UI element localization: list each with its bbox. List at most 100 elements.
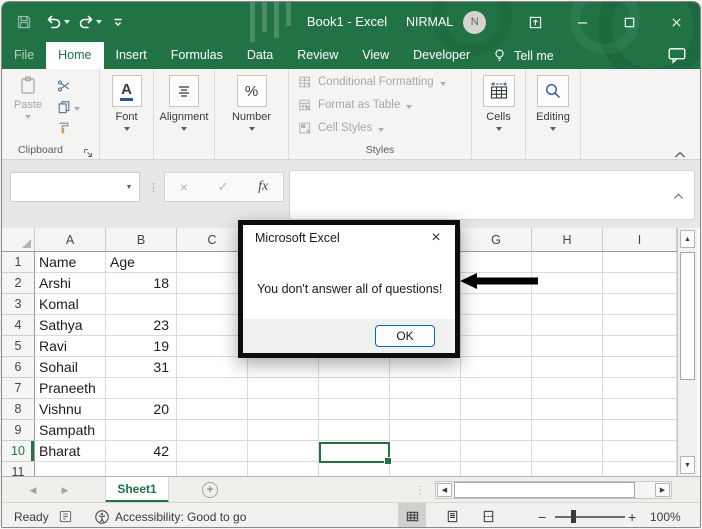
cell-H7[interactable] (532, 378, 603, 399)
cell-H10[interactable] (532, 441, 603, 462)
account-area[interactable]: NIRMAL N (406, 2, 486, 42)
alignment-group-button[interactable]: Alignment (154, 69, 214, 131)
cell-A6[interactable]: Sohail (35, 357, 106, 378)
clipboard-dialog-launcher-icon[interactable] (83, 145, 93, 155)
cell-H11[interactable] (532, 462, 603, 476)
cell-H2[interactable] (532, 273, 603, 294)
cell-E7[interactable] (319, 378, 390, 399)
ok-button[interactable]: OK (375, 325, 435, 347)
dialog-close-icon[interactable]: × (425, 227, 447, 249)
redo-button[interactable] (76, 12, 104, 32)
cell-H5[interactable] (532, 336, 603, 357)
cell-A7[interactable]: Praneeth (35, 378, 106, 399)
cell-B9[interactable] (106, 420, 177, 441)
cell-F7[interactable] (390, 378, 461, 399)
tab-developer[interactable]: Developer (401, 42, 482, 69)
row-header-10[interactable]: 10 (2, 441, 35, 462)
cell-C10[interactable] (177, 441, 248, 462)
horizontal-scroll-thumb[interactable] (454, 482, 635, 498)
row-header-7[interactable]: 7 (2, 378, 35, 399)
row-header-8[interactable]: 8 (2, 399, 35, 420)
cell-B1[interactable]: Age (106, 252, 177, 273)
ribbon-display-options-button[interactable] (512, 2, 559, 42)
copy-dropdown-caret[interactable] (74, 107, 80, 111)
cell-G6[interactable] (461, 357, 532, 378)
row-header-3[interactable]: 3 (2, 294, 35, 315)
cell-E6[interactable] (319, 357, 390, 378)
font-group-button[interactable]: A Font (100, 69, 153, 131)
cell-G1[interactable] (461, 252, 532, 273)
cell-A10[interactable]: Bharat (35, 441, 106, 462)
formula-bar-collapse-icon[interactable] (673, 187, 684, 194)
cell-B7[interactable] (106, 378, 177, 399)
new-sheet-button[interactable]: + (202, 482, 218, 498)
cell-C9[interactable] (177, 420, 248, 441)
row-header-6[interactable]: 6 (2, 357, 35, 378)
column-header-A[interactable]: A (35, 228, 106, 251)
cell-styles-button[interactable]: Cell Styles (298, 117, 471, 138)
cell-A4[interactable]: Sathya (35, 315, 106, 336)
cell-C6[interactable] (177, 357, 248, 378)
next-sheet-icon[interactable]: ▶ (52, 477, 78, 503)
view-page-break-button[interactable] (474, 503, 502, 528)
undo-button[interactable] (44, 12, 72, 32)
tell-me-box[interactable]: Tell me (482, 42, 564, 69)
column-header-I[interactable]: I (603, 228, 677, 251)
cell-B5[interactable]: 19 (106, 336, 177, 357)
cell-A9[interactable]: Sampath (35, 420, 106, 441)
cell-I1[interactable] (603, 252, 677, 273)
zoom-out-button[interactable]: − (538, 503, 546, 528)
cell-A3[interactable]: Komal (35, 294, 106, 315)
formula-input[interactable] (289, 170, 695, 220)
cell-B4[interactable]: 23 (106, 315, 177, 336)
vertical-scrollbar[interactable]: ▲ ▼ (677, 228, 697, 476)
copy-button[interactable] (57, 100, 80, 114)
cell-I11[interactable] (603, 462, 677, 476)
cell-D11[interactable] (248, 462, 319, 476)
accessibility-status[interactable]: Accessibility: Good to go (115, 503, 246, 528)
feedback-comment-icon[interactable] (667, 46, 687, 64)
cell-F6[interactable] (390, 357, 461, 378)
cell-A11[interactable] (35, 462, 106, 476)
cell-I2[interactable] (603, 273, 677, 294)
maximize-button[interactable] (606, 2, 653, 42)
vertical-scroll-thumb[interactable] (680, 252, 695, 380)
insert-function-button[interactable]: fx (258, 179, 268, 195)
tab-view[interactable]: View (350, 42, 401, 69)
row-header-11[interactable]: 11 (2, 462, 35, 476)
format-as-table-button[interactable]: Format as Table (298, 94, 471, 115)
zoom-slider-track[interactable] (555, 516, 625, 518)
save-button[interactable] (14, 12, 34, 32)
cell-E8[interactable] (319, 399, 390, 420)
cell-H3[interactable] (532, 294, 603, 315)
collapse-ribbon-icon[interactable] (674, 146, 686, 154)
paste-button[interactable]: Paste (2, 69, 54, 119)
column-header-H[interactable]: H (532, 228, 603, 251)
zoom-slider-handle[interactable] (571, 510, 576, 523)
cell-D8[interactable] (248, 399, 319, 420)
cell-G11[interactable] (461, 462, 532, 476)
scroll-down-icon[interactable]: ▼ (680, 456, 695, 474)
select-all-corner[interactable] (2, 228, 35, 251)
cell-D9[interactable] (248, 420, 319, 441)
scroll-left-icon[interactable]: ◀ (437, 483, 452, 497)
cell-G10[interactable] (461, 441, 532, 462)
column-header-G[interactable]: G (461, 228, 532, 251)
cell-A1[interactable]: Name (35, 252, 106, 273)
avatar[interactable]: N (463, 11, 486, 34)
cell-I9[interactable] (603, 420, 677, 441)
customize-quick-access-button[interactable] (108, 12, 128, 32)
separator-dots[interactable]: ⋮ (415, 477, 425, 503)
view-normal-button[interactable] (398, 503, 426, 528)
cell-I5[interactable] (603, 336, 677, 357)
cell-B10[interactable]: 42 (106, 441, 177, 462)
scroll-up-icon[interactable]: ▲ (680, 230, 695, 248)
cell-C8[interactable] (177, 399, 248, 420)
cell-I3[interactable] (603, 294, 677, 315)
cell-F8[interactable] (390, 399, 461, 420)
cell-I6[interactable] (603, 357, 677, 378)
cancel-icon[interactable]: × (180, 179, 188, 195)
cell-H1[interactable] (532, 252, 603, 273)
cell-D7[interactable] (248, 378, 319, 399)
cell-H4[interactable] (532, 315, 603, 336)
